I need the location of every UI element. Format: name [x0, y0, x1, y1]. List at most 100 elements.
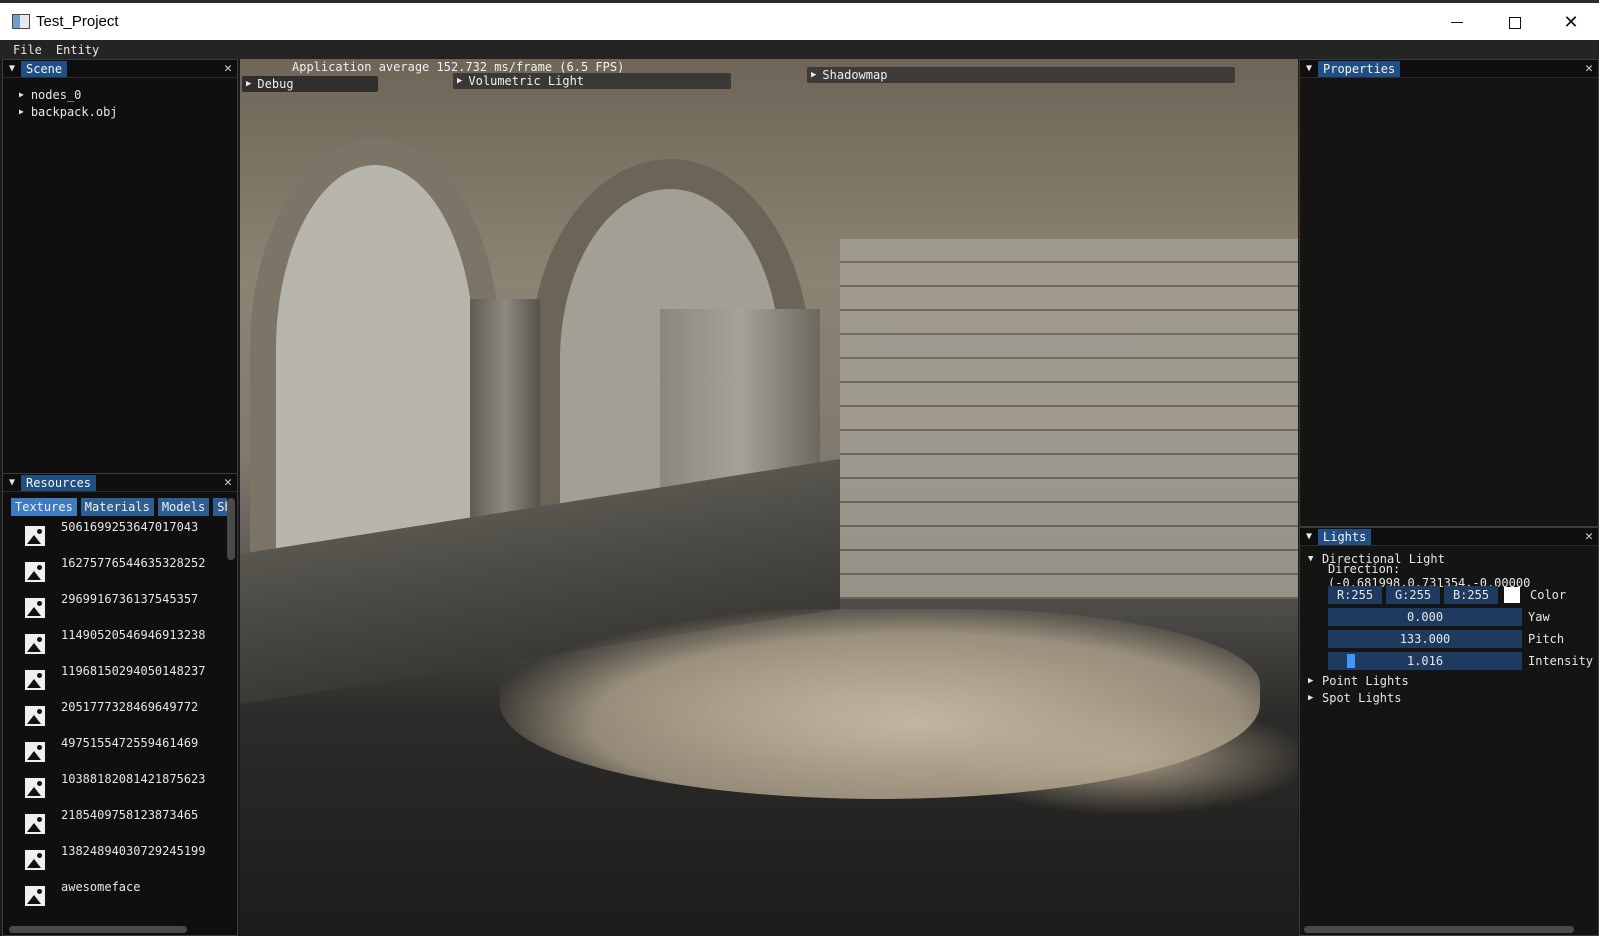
- tab-lights[interactable]: Lights: [1318, 528, 1372, 545]
- debug-label: Debug: [257, 77, 294, 91]
- green-channel-field[interactable]: G:255: [1386, 586, 1440, 604]
- list-item[interactable]: 2969916736137545357: [3, 590, 237, 626]
- list-item[interactable]: 4975155472559461469: [3, 734, 237, 770]
- texture-list: 5061699253647017043 16275776544635328252…: [3, 516, 237, 914]
- volumetric-light-collapser[interactable]: ▶ Volumetric Light: [453, 73, 731, 89]
- list-item[interactable]: 13824894030729245199: [3, 842, 237, 878]
- image-icon: [23, 596, 47, 620]
- app-icon: [12, 14, 30, 29]
- blue-channel-field[interactable]: B:255: [1444, 586, 1498, 604]
- horizontal-scrollbar[interactable]: [1304, 926, 1574, 933]
- minimize-button[interactable]: [1430, 6, 1484, 39]
- triangle-right-icon: ▶: [811, 70, 817, 80]
- image-icon: [23, 740, 47, 764]
- close-icon[interactable]: ✕: [224, 61, 232, 76]
- close-icon[interactable]: ✕: [1585, 529, 1593, 544]
- list-item[interactable]: 11968150294050148237: [3, 662, 237, 698]
- intensity-row: 1.016 Intensity: [1328, 650, 1598, 672]
- texture-name: 4975155472559461469: [61, 736, 199, 750]
- window-title-bar: Test_Project ✕: [0, 0, 1599, 40]
- shadowmap-label: Shadowmap: [822, 68, 888, 82]
- scene-viewport[interactable]: [240, 59, 1298, 936]
- slider-grab[interactable]: [1346, 654, 1355, 668]
- image-icon: [23, 776, 47, 800]
- intensity-value: 1.016: [1406, 654, 1444, 668]
- window-menu-icon[interactable]: ▼: [5, 63, 19, 74]
- tree-node[interactable]: ▶ nodes_0: [19, 86, 237, 103]
- maximize-icon: [1509, 16, 1521, 29]
- list-item[interactable]: 2185409758123873465: [3, 806, 237, 842]
- color-swatch[interactable]: [1504, 587, 1520, 603]
- triangle-right-icon: ▶: [19, 107, 24, 116]
- texture-name: 13824894030729245199: [61, 844, 206, 858]
- list-item[interactable]: 10388182081421875623: [3, 770, 237, 806]
- image-icon: [23, 668, 47, 692]
- viewport-light-pool: [500, 609, 1260, 799]
- image-icon: [23, 704, 47, 728]
- triangle-right-icon: ▶: [1308, 675, 1314, 686]
- texture-name: 10388182081421875623: [61, 772, 206, 786]
- debug-collapser[interactable]: ▶ Debug: [242, 76, 378, 92]
- list-item[interactable]: awesomeface: [3, 878, 237, 914]
- texture-name: awesomeface: [61, 880, 141, 894]
- tree-node[interactable]: ▶ backpack.obj: [19, 103, 237, 120]
- menu-entity[interactable]: Entity: [49, 43, 106, 57]
- color-label: Color: [1530, 588, 1567, 602]
- red-channel-field[interactable]: R:255: [1328, 586, 1382, 604]
- close-icon[interactable]: ✕: [224, 475, 232, 490]
- lights-panel-header: ▼ Lights ✕: [1300, 528, 1598, 546]
- menu-file[interactable]: File: [0, 43, 49, 57]
- pitch-label: Pitch: [1528, 632, 1565, 646]
- texture-name: 11490520546946913238: [61, 628, 206, 642]
- lights-panel: ▼ Lights ✕ ▼ Directional Light Direction…: [1299, 527, 1599, 936]
- close-icon: ✕: [1563, 12, 1579, 32]
- list-item[interactable]: 2051777328469649772: [3, 698, 237, 734]
- texture-name: 11968150294050148237: [61, 664, 206, 678]
- list-item[interactable]: 11490520546946913238: [3, 626, 237, 662]
- yaw-row: 0.000 Yaw: [1328, 606, 1598, 628]
- properties-panel: ▼ Properties ✕: [1299, 59, 1599, 527]
- tab-shaders[interactable]: Sh: [213, 498, 228, 516]
- maximize-button[interactable]: [1488, 6, 1542, 39]
- window-menu-icon[interactable]: ▼: [1302, 63, 1316, 74]
- horizontal-scrollbar[interactable]: [9, 926, 187, 933]
- texture-name: 2185409758123873465: [61, 808, 199, 822]
- tab-materials[interactable]: Materials: [80, 498, 154, 516]
- vertical-scrollbar[interactable]: [227, 498, 235, 560]
- spot-lights-node[interactable]: ▶ Spot Lights: [1308, 689, 1598, 706]
- tab-properties[interactable]: Properties: [1318, 60, 1401, 77]
- point-lights-node[interactable]: ▶ Point Lights: [1308, 672, 1598, 689]
- shadowmap-collapser[interactable]: ▶ Shadowmap: [807, 67, 1235, 83]
- close-window-button[interactable]: ✕: [1544, 6, 1598, 39]
- yaw-label: Yaw: [1528, 610, 1550, 624]
- tab-textures[interactable]: Textures: [11, 498, 77, 516]
- pitch-drag-field[interactable]: 133.000: [1328, 630, 1522, 648]
- tree-node-label: nodes_0: [30, 87, 82, 102]
- triangle-down-icon: ▼: [1308, 553, 1314, 564]
- yaw-drag-field[interactable]: 0.000: [1328, 608, 1522, 626]
- list-item[interactable]: 5061699253647017043: [3, 518, 237, 554]
- triangle-right-icon: ▶: [1308, 692, 1314, 703]
- intensity-slider[interactable]: 1.016: [1328, 652, 1522, 670]
- minimize-icon: [1451, 22, 1463, 23]
- texture-name: 2969916736137545357: [61, 592, 199, 606]
- tab-scene[interactable]: Scene: [21, 60, 68, 77]
- texture-name: 16275776544635328252: [61, 556, 206, 570]
- image-icon: [23, 884, 47, 908]
- triangle-right-icon: ▶: [246, 79, 252, 89]
- point-lights-label: Point Lights: [1322, 673, 1409, 688]
- close-icon[interactable]: ✕: [1585, 61, 1593, 76]
- window-menu-icon[interactable]: ▼: [5, 477, 19, 488]
- window-menu-icon[interactable]: ▼: [1302, 531, 1316, 542]
- tab-models[interactable]: Models: [157, 498, 210, 516]
- tab-resources[interactable]: Resources: [21, 474, 97, 491]
- volumetric-light-label: Volumetric Light: [468, 74, 585, 88]
- image-icon: [23, 632, 47, 656]
- intensity-label: Intensity: [1528, 654, 1594, 668]
- triangle-right-icon: ▶: [19, 90, 24, 99]
- triangle-right-icon: ▶: [457, 76, 463, 86]
- list-item[interactable]: 16275776544635328252: [3, 554, 237, 590]
- tree-node-label: backpack.obj: [30, 104, 118, 119]
- lights-body: ▼ Directional Light Direction: (-0.68199…: [1300, 546, 1598, 706]
- image-icon: [23, 812, 47, 836]
